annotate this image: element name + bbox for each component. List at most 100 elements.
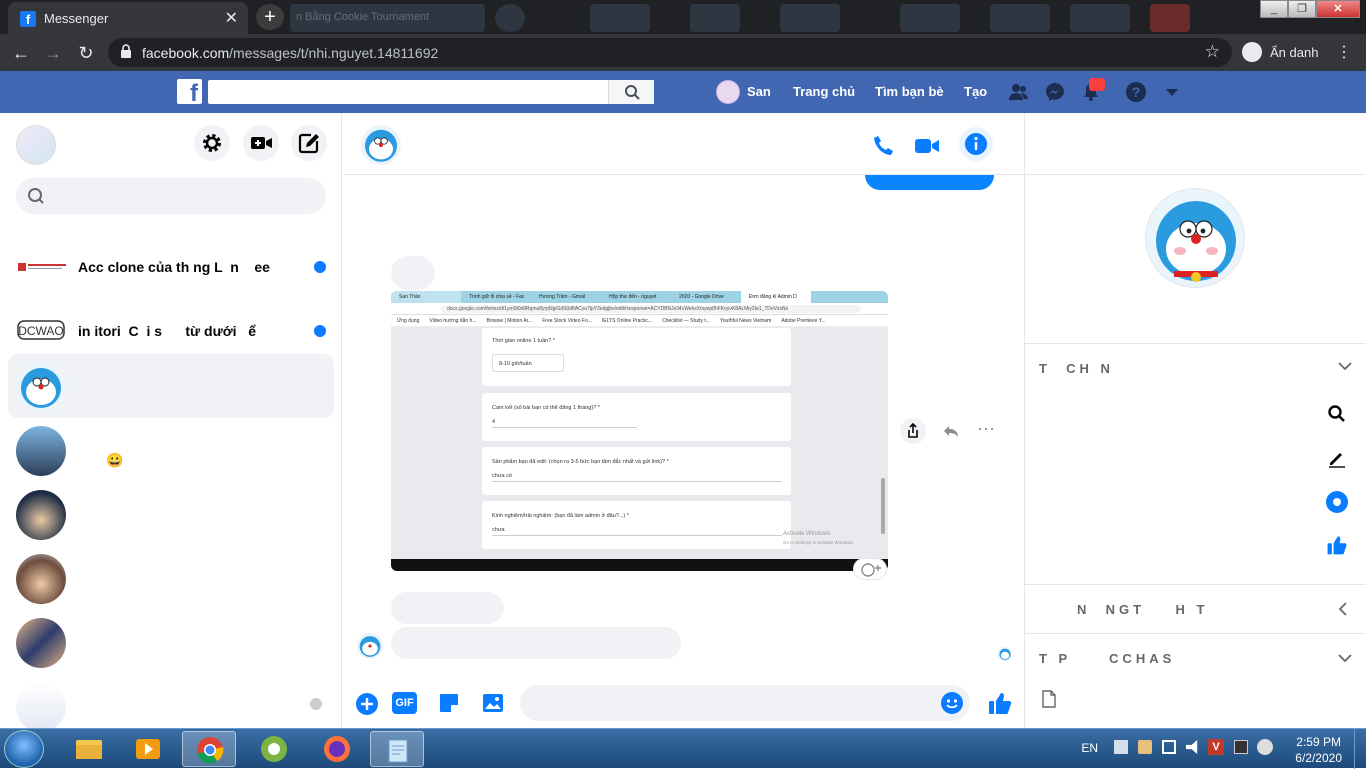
unikey-v-icon[interactable]: V — [1208, 739, 1224, 755]
tab-messenger[interactable]: f Messenger ✕ — [8, 2, 248, 34]
conversation-item[interactable] — [8, 482, 334, 546]
nav-profile-name[interactable]: San — [747, 84, 771, 99]
sticker-icon[interactable] — [437, 691, 461, 715]
windows-taskbar: EN V 2:59 PM 6/2/2020 — [0, 728, 1366, 769]
nav-find-friends[interactable]: Tìm bạn bè — [875, 84, 944, 99]
tray-app-icon[interactable] — [1234, 740, 1248, 754]
nav-home[interactable]: Trang chủ — [793, 84, 855, 99]
close-window-button[interactable]: ✕ — [1316, 0, 1360, 18]
messenger-icon[interactable] — [1044, 81, 1066, 103]
friend-requests-icon[interactable] — [1008, 81, 1030, 103]
conversation-item[interactable]: Acc clone của th ng L n ee — [8, 235, 334, 299]
sender-avatar — [357, 633, 383, 659]
network-icon[interactable] — [1162, 740, 1176, 754]
activate-windows-title: Activate Windows — [783, 531, 831, 537]
contact-large-avatar[interactable] — [1145, 188, 1245, 288]
back-arrow-icon[interactable]: ← — [8, 40, 34, 66]
bookmark-star-icon[interactable]: ☆ — [1205, 42, 1220, 62]
customize-chat-header[interactable]: T CH N — [1025, 344, 1366, 390]
messenger-search-input[interactable] — [16, 178, 326, 214]
taskbar-firefox[interactable] — [310, 731, 364, 767]
screenshot-tab: San Thân — [391, 291, 461, 303]
tray-app-icon[interactable] — [1138, 740, 1152, 754]
seen-avatar — [310, 698, 322, 710]
new-video-call-button[interactable] — [243, 125, 279, 161]
screenshot-bookmark: IELTS Online Practic... — [601, 318, 653, 324]
user-avatar[interactable] — [716, 80, 740, 104]
taskbar-file-explorer[interactable] — [62, 731, 116, 767]
screenshot-question: Thời gian online 1 tuần? * — [492, 338, 555, 344]
privacy-support-section[interactable]: N NGT H T — [1025, 584, 1366, 634]
share-icon — [908, 422, 918, 438]
new-tab-button[interactable]: + — [256, 4, 284, 30]
video-call-icon[interactable] — [913, 133, 941, 159]
address-bar[interactable]: facebook.com/messages/t/nhi.nguyet.14811… — [108, 38, 1232, 67]
window-controls: _ ❐ ✕ — [1260, 0, 1360, 20]
conversation-item[interactable]: 😀 — [8, 418, 334, 482]
change-emoji-thumbs-up-icon[interactable] — [1325, 532, 1349, 558]
screenshot-tab: Trình giữ ổi chia sẻ - Fac — [469, 294, 525, 300]
nav-create[interactable]: Tạo — [964, 84, 987, 99]
my-profile-avatar[interactable] — [16, 125, 56, 165]
thumbs-up-icon[interactable] — [986, 689, 1014, 717]
conversation-list-panel: Acc clone của th ng L n ee DCWAO in itor… — [0, 113, 342, 728]
facebook-logo-icon[interactable]: f — [177, 79, 202, 107]
volume-icon[interactable] — [1186, 740, 1198, 754]
browser-tab-strip: f Messenger ✕ + n Bằng Cookie Tournament… — [0, 0, 1366, 34]
clock-time: 2:59 PM — [1296, 735, 1341, 749]
shared-screenshot-image[interactable]: San Thân Trình giữ ổi chia sẻ - Fac Hươn… — [391, 291, 888, 571]
shared-files-header[interactable]: T P CCHAS — [1025, 634, 1366, 680]
facebook-search-input[interactable] — [208, 80, 654, 104]
photo-icon[interactable] — [481, 691, 505, 715]
tray-app-icon[interactable] — [1257, 739, 1273, 755]
message-input[interactable] — [520, 685, 970, 721]
taskbar-coccoc[interactable] — [247, 731, 301, 767]
gif-button[interactable]: GIF — [392, 692, 417, 714]
conversation-item-selected[interactable] — [8, 354, 334, 418]
incognito-label: Ẩn danh — [1270, 44, 1319, 60]
chat-contact-avatar[interactable] — [361, 125, 401, 165]
taskbar-media-player[interactable] — [121, 731, 175, 767]
screenshot-address-bar: docs.google.com/forms/d/1ym0t0x8Rqmu8yrp… — [391, 303, 888, 315]
incognito-profile-button[interactable]: Ẩn danh — [1238, 39, 1330, 65]
search-in-conversation-icon[interactable] — [1325, 402, 1349, 426]
show-desktop-button[interactable] — [1354, 729, 1366, 769]
more-options-icon[interactable]: ⋯ — [973, 418, 999, 444]
change-theme-icon[interactable] — [1325, 490, 1349, 514]
chrome-menu-icon[interactable]: ⋮ — [1336, 42, 1352, 62]
conversation-item[interactable] — [8, 610, 334, 674]
reload-icon[interactable]: ↻ — [73, 40, 99, 66]
action-center-flag-icon[interactable] — [1114, 740, 1128, 754]
new-message-button[interactable] — [291, 125, 327, 161]
add-reaction-button[interactable] — [853, 558, 887, 580]
settings-button[interactable] — [194, 125, 230, 161]
video-camera-plus-icon — [251, 137, 272, 149]
reply-button[interactable] — [938, 418, 964, 444]
maximize-button[interactable]: ❐ — [1288, 0, 1316, 18]
minimize-button[interactable]: _ — [1260, 0, 1288, 18]
tab-close-icon[interactable]: ✕ — [225, 8, 238, 28]
screenshot-form-card: Kinh nghiệm/trải nghiệm: (bạn đã làm adm… — [482, 501, 791, 549]
conversation-avatar — [16, 362, 66, 412]
clock[interactable]: 2:59 PM 6/2/2020 — [1295, 734, 1342, 766]
help-icon[interactable]: ? — [1125, 81, 1147, 103]
language-indicator[interactable]: EN — [1081, 741, 1098, 755]
file-icon[interactable] — [1041, 690, 1057, 708]
windows-start-button[interactable] — [4, 730, 44, 768]
edit-nicknames-icon[interactable] — [1325, 446, 1349, 470]
conversation-item[interactable] — [8, 546, 334, 610]
share-message-button[interactable] — [900, 418, 926, 444]
facebook-search-button[interactable] — [608, 80, 654, 104]
conversation-info-button[interactable] — [959, 127, 993, 161]
emoji-icon[interactable] — [940, 691, 964, 715]
account-dropdown-icon[interactable] — [1161, 81, 1183, 103]
taskbar-chrome[interactable] — [182, 731, 236, 767]
phone-icon[interactable] — [871, 133, 897, 159]
message-composer: GIF — [343, 680, 1024, 728]
conversation-item[interactable] — [8, 674, 334, 728]
taskbar-notepad[interactable] — [370, 731, 424, 767]
search-icon — [28, 188, 44, 204]
more-actions-plus-icon[interactable] — [355, 692, 379, 716]
forward-arrow-icon[interactable]: → — [40, 40, 66, 66]
ghost-window-tab: n Bằng Cookie Tournament — [290, 4, 485, 32]
